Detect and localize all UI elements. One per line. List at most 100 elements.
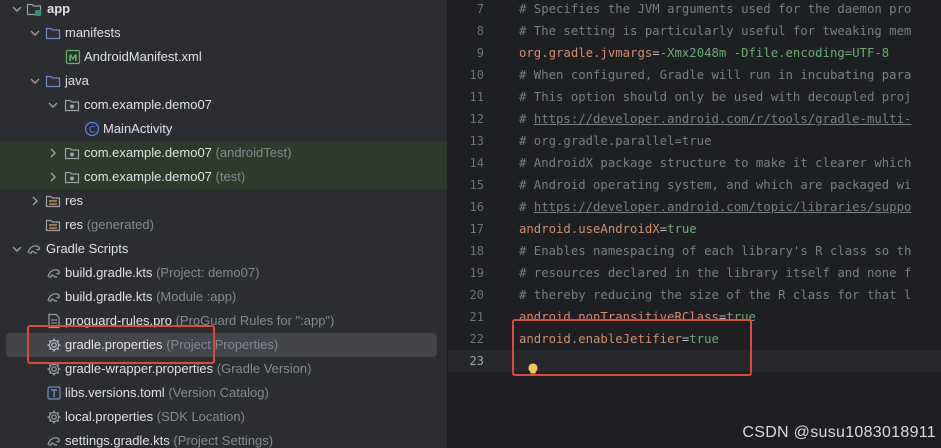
svg-text:C: C: [89, 126, 95, 136]
tree-item-label: app: [47, 1, 71, 16]
code-line[interactable]: 9 org.gradle.jvmargs=-Xmx2048m -Dfile.en…: [448, 42, 941, 64]
toml-file-icon: [46, 385, 62, 401]
code-line[interactable]: 10 # When configured, Gradle will run in…: [448, 64, 941, 86]
tree-item-res[interactable]: res: [0, 189, 447, 213]
chevron-down-icon[interactable]: [12, 4, 22, 14]
svg-text:M: M: [69, 54, 78, 64]
doc-link[interactable]: https://developer.android.com/topic/libr…: [534, 200, 912, 214]
line-number: 21: [469, 310, 484, 324]
tree-item-package-android-test[interactable]: com.example.demo07 (androidTest): [0, 141, 447, 165]
tree-item-settings-gradle[interactable]: settings.gradle.kts (Project Settings): [0, 429, 447, 448]
resource-folder-icon: [45, 217, 61, 233]
comment-text: # resources declared in the library itse…: [519, 266, 912, 280]
code-line[interactable]: 15 # Android operating system, and which…: [448, 174, 941, 196]
line-number: 11: [469, 90, 484, 104]
chevron-down-icon[interactable]: [12, 244, 22, 254]
property-line: android.useAndroidX=true: [519, 222, 697, 236]
class-icon: C: [84, 121, 100, 137]
gradle-file-icon: [46, 289, 62, 305]
tree-item-label: res: [65, 193, 84, 208]
tree-item-res-generated[interactable]: res (generated): [0, 213, 447, 237]
code-editor[interactable]: 7 # Specifies the JVM arguments used for…: [448, 0, 941, 448]
comment-text: # Specifies the JVM arguments used for t…: [519, 2, 912, 16]
tree-item-label: manifests: [65, 25, 121, 40]
chevron-down-icon[interactable]: [30, 28, 40, 38]
tree-item-main-activity[interactable]: C MainActivity: [0, 117, 447, 141]
tree-item-local-properties[interactable]: local.properties (SDK Location): [0, 405, 447, 429]
comment-text: # Android operating system, and which ar…: [519, 178, 912, 192]
gradle-icon: [26, 241, 42, 257]
annotation-highlight-box: [512, 319, 752, 376]
code-line[interactable]: 20 # thereby reducing the size of the R …: [448, 284, 941, 306]
tree-item-label: build.gradle.kts (Module :app): [65, 289, 237, 304]
tree-item-manifests[interactable]: manifests: [0, 21, 447, 45]
line-number: 15: [469, 178, 484, 192]
code-line[interactable]: 19 # resources declared in the library i…: [448, 262, 941, 284]
tree-item-app[interactable]: app: [0, 0, 447, 21]
line-number: 8: [476, 24, 484, 38]
project-tree-panel: app manifests M AndroidManifest.xml java…: [0, 0, 447, 448]
property-line: org.gradle.jvmargs=-Xmx2048m -Dfile.enco…: [519, 46, 890, 60]
code-line[interactable]: 17 android.useAndroidX=true: [448, 218, 941, 240]
line-number: 22: [469, 332, 484, 346]
property-value: true: [667, 222, 697, 236]
chevron-right-icon[interactable]: [48, 148, 58, 158]
tree-item-label: AndroidManifest.xml: [84, 49, 202, 64]
tree-item-package[interactable]: com.example.demo07: [0, 93, 447, 117]
tree-item-package-test[interactable]: com.example.demo07 (test): [0, 165, 447, 189]
chevron-right-icon[interactable]: [30, 196, 40, 206]
resource-folder-icon: [45, 193, 61, 209]
property-key: android.useAndroidX: [519, 222, 660, 236]
line-number: 12: [469, 112, 484, 126]
code-line[interactable]: 12 # https://developer.android.com/r/too…: [448, 108, 941, 130]
tree-item-label: build.gradle.kts (Project: demo07): [65, 265, 260, 280]
tree-item-java[interactable]: java: [0, 69, 447, 93]
line-number: 9: [476, 46, 484, 60]
line-number: 23: [469, 354, 484, 368]
comment-text: # https://developer.android.com/r/tools/…: [519, 112, 912, 126]
tree-item-label: MainActivity: [103, 121, 173, 136]
property-key: org.gradle.jvmargs: [519, 46, 653, 60]
comment-text: # This option should only be used with d…: [519, 90, 912, 104]
code-line[interactable]: 8 # The setting is particularly useful f…: [448, 20, 941, 42]
line-number: 19: [469, 266, 484, 280]
tree-item-libs-versions-toml[interactable]: libs.versions.toml (Version Catalog): [0, 381, 447, 405]
module-folder-icon: [26, 1, 42, 17]
tree-item-build-gradle-module[interactable]: build.gradle.kts (Module :app): [0, 285, 447, 309]
gradle-file-icon: [46, 265, 62, 281]
tree-item-label: libs.versions.toml (Version Catalog): [65, 385, 269, 400]
manifest-file-icon: M: [65, 49, 81, 65]
code-line[interactable]: 18 # Enables namespacing of each library…: [448, 240, 941, 262]
tree-item-build-gradle-project[interactable]: build.gradle.kts (Project: demo07): [0, 261, 447, 285]
line-number: 10: [469, 68, 484, 82]
chevron-down-icon[interactable]: [30, 76, 40, 86]
chevron-right-icon[interactable]: [48, 172, 58, 182]
code-line[interactable]: 7 # Specifies the JVM arguments used for…: [448, 0, 941, 20]
comment-text: # https://developer.android.com/topic/li…: [519, 200, 912, 214]
folder-icon: [45, 25, 61, 41]
code-line[interactable]: 11 # This option should only be used wit…: [448, 86, 941, 108]
line-number: 13: [469, 134, 484, 148]
tree-item-label: com.example.demo07: [84, 97, 212, 112]
tree-item-android-manifest[interactable]: M AndroidManifest.xml: [0, 45, 447, 69]
doc-link[interactable]: https://developer.android.com/r/tools/gr…: [534, 112, 912, 126]
gradle-file-icon: [46, 433, 62, 448]
line-number: 17: [469, 222, 484, 236]
package-icon: [64, 169, 80, 185]
code-line[interactable]: 14 # AndroidX package structure to make …: [448, 152, 941, 174]
tree-item-label: com.example.demo07 (androidTest): [84, 145, 292, 160]
tree-item-label: local.properties (SDK Location): [65, 409, 245, 424]
comment-text: # AndroidX package structure to make it …: [519, 156, 912, 170]
code-line[interactable]: 13 # org.gradle.parallel=true: [448, 130, 941, 152]
package-icon: [64, 97, 80, 113]
annotation-highlight-box: [27, 325, 215, 364]
comment-text: # When configured, Gradle will run in in…: [519, 68, 912, 82]
line-number: 14: [469, 156, 484, 170]
line-number: 18: [469, 244, 484, 258]
tree-item-gradle-scripts[interactable]: Gradle Scripts: [0, 237, 447, 261]
chevron-down-icon[interactable]: [48, 100, 58, 110]
code-line[interactable]: 16 # https://developer.android.com/topic…: [448, 196, 941, 218]
package-icon: [64, 145, 80, 161]
tree-item-label: com.example.demo07 (test): [84, 169, 246, 184]
line-number: 20: [469, 288, 484, 302]
